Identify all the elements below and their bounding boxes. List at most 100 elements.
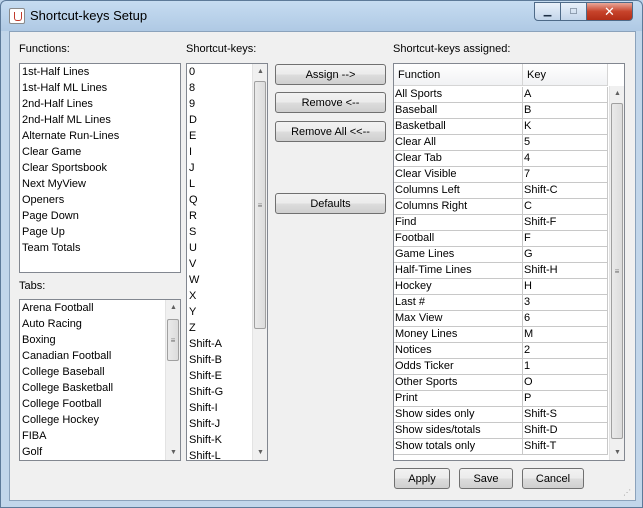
- function-cell: Half-Time Lines: [394, 263, 523, 278]
- list-item[interactable]: Canadian Football: [20, 348, 180, 364]
- table-row[interactable]: Clear Tab 4: [394, 151, 608, 167]
- function-cell: Odds Ticker: [394, 359, 523, 374]
- table-scrollbar[interactable]: ▲ ≡ ▼: [609, 86, 624, 460]
- function-cell: Game Lines: [394, 247, 523, 262]
- maximize-button[interactable]: □: [560, 2, 587, 21]
- list-item[interactable]: Golf: [20, 444, 180, 460]
- table-row[interactable]: Show totals only Shift-T: [394, 439, 608, 455]
- table-row[interactable]: Print P: [394, 391, 608, 407]
- list-item[interactable]: FIBA: [20, 428, 180, 444]
- defaults-button[interactable]: Defaults: [275, 193, 386, 214]
- column-header-function[interactable]: Function: [394, 64, 523, 86]
- table-row[interactable]: Columns Left Shift-C: [394, 183, 608, 199]
- list-item[interactable]: Page Down: [20, 208, 180, 224]
- table-row[interactable]: Last #3: [394, 295, 608, 311]
- table-row[interactable]: Other Sports O: [394, 375, 608, 391]
- list-item[interactable]: 2nd-Half ML Lines: [20, 112, 180, 128]
- key-cell: 3: [523, 295, 608, 310]
- title-bar[interactable]: Shortcut-keys Setup ▁ □ ✕: [1, 1, 642, 31]
- key-cell: A: [523, 87, 608, 102]
- scroll-up-icon[interactable]: ▲: [610, 86, 624, 101]
- function-cell: Football: [394, 231, 523, 246]
- list-item[interactable]: Arena Football: [20, 300, 180, 316]
- table-row[interactable]: Game Lines G: [394, 247, 608, 263]
- list-item[interactable]: 1st-Half Lines: [20, 64, 180, 80]
- scroll-down-icon[interactable]: ▼: [253, 445, 267, 460]
- table-row[interactable]: Columns Right C: [394, 199, 608, 215]
- function-cell: Basketball: [394, 119, 523, 134]
- table-row[interactable]: Hockey H: [394, 279, 608, 295]
- scroll-thumb[interactable]: ≡: [254, 81, 266, 329]
- shortcut-keys-list[interactable]: 0 8 9 D E I J L Q R S U V W X Y Z Shift-A Shift-B Shift-E Sh…: [186, 63, 268, 461]
- table-row[interactable]: Notices 2: [394, 343, 608, 359]
- key-cell: 7: [523, 167, 608, 182]
- table-row[interactable]: Football F: [394, 231, 608, 247]
- key-cell: K: [523, 119, 608, 134]
- list-item[interactable]: Alternate Run-Lines: [20, 128, 180, 144]
- list-item[interactable]: 2nd-Half Lines: [20, 96, 180, 112]
- table-row[interactable]: Max View 6: [394, 311, 608, 327]
- dialog-content: Functions: 1st-Half Lines 1st-Half ML Lin…: [9, 31, 636, 501]
- table-row[interactable]: Clear Visible 7: [394, 167, 608, 183]
- list-item[interactable]: Boxing: [20, 332, 180, 348]
- function-cell: Columns Left: [394, 183, 523, 198]
- list-item[interactable]: Clear Game: [20, 144, 180, 160]
- key-cell: F: [523, 231, 608, 246]
- scroll-up-icon[interactable]: ▲: [166, 300, 180, 315]
- remove-button[interactable]: Remove <--: [275, 92, 386, 113]
- scroll-down-icon[interactable]: ▼: [610, 445, 624, 460]
- list-item[interactable]: College Baseball: [20, 364, 180, 380]
- list-item[interactable]: Clear Sportsbook: [20, 160, 180, 176]
- table-row[interactable]: Find Shift-F: [394, 215, 608, 231]
- table-row[interactable]: Baseball B: [394, 103, 608, 119]
- list-item[interactable]: Page Up: [20, 224, 180, 240]
- table-row[interactable]: Clear All 5: [394, 135, 608, 151]
- save-button[interactable]: Save: [459, 468, 513, 489]
- key-cell: Shift-T: [523, 439, 608, 454]
- list-item[interactable]: College Basketball: [20, 380, 180, 396]
- java-app-icon: [9, 8, 25, 24]
- scroll-up-icon[interactable]: ▲: [253, 64, 267, 79]
- table-row[interactable]: Money Lines M: [394, 327, 608, 343]
- resize-grip-icon[interactable]: ⋰: [623, 488, 633, 498]
- tabs-scrollbar[interactable]: ▲ ≡ ▼: [165, 300, 180, 460]
- function-cell: Notices: [394, 343, 523, 358]
- list-item[interactable]: Auto Racing: [20, 316, 180, 332]
- tabs-list[interactable]: Arena Football Auto Racing Boxing Canadian …: [19, 299, 181, 461]
- function-cell: Columns Right: [394, 199, 523, 214]
- minimize-button[interactable]: ▁: [534, 2, 561, 21]
- scroll-thumb[interactable]: ≡: [611, 103, 623, 439]
- list-item[interactable]: Team Totals: [20, 240, 180, 256]
- column-header-key[interactable]: Key: [523, 64, 608, 86]
- key-cell: Shift-D: [523, 423, 608, 438]
- apply-button[interactable]: Apply: [394, 468, 450, 489]
- table-row[interactable]: Half-Time Lines Shift-H: [394, 263, 608, 279]
- key-cell: Shift-C: [523, 183, 608, 198]
- key-cell: Shift-H: [523, 263, 608, 278]
- list-item[interactable]: Openers: [20, 192, 180, 208]
- table-row[interactable]: Show sides/totals Shift-D: [394, 423, 608, 439]
- function-cell: Clear Visible: [394, 167, 523, 182]
- list-item[interactable]: Next MyView: [20, 176, 180, 192]
- key-cell: Shift-F: [523, 215, 608, 230]
- assigned-table[interactable]: Function Key All Sports A Baseball B Basketb…: [393, 63, 625, 461]
- key-cell: Shift-S: [523, 407, 608, 422]
- table-row[interactable]: All Sports A: [394, 87, 608, 103]
- table-row[interactable]: Basketball K: [394, 119, 608, 135]
- list-item[interactable]: College Hockey: [20, 412, 180, 428]
- list-item[interactable]: College Football: [20, 396, 180, 412]
- scroll-down-icon[interactable]: ▼: [166, 445, 180, 460]
- close-button[interactable]: ✕: [586, 2, 633, 21]
- function-cell: Clear Tab: [394, 151, 523, 166]
- scroll-thumb[interactable]: ≡: [167, 319, 179, 361]
- functions-list[interactable]: 1st-Half Lines 1st-Half ML Lines 2nd-Half …: [19, 63, 181, 273]
- function-cell: Max View: [394, 311, 523, 326]
- assign-button[interactable]: Assign -->: [275, 64, 386, 85]
- table-body: All Sports A Baseball B Basketball K Clear All…: [394, 87, 608, 455]
- remove-all-button[interactable]: Remove All <<--: [275, 121, 386, 142]
- list-item[interactable]: 1st-Half ML Lines: [20, 80, 180, 96]
- table-row[interactable]: Show sides only Shift-S: [394, 407, 608, 423]
- table-row[interactable]: Odds Ticker 1: [394, 359, 608, 375]
- keys-scrollbar[interactable]: ▲ ≡ ▼: [252, 64, 267, 460]
- cancel-button[interactable]: Cancel: [522, 468, 584, 489]
